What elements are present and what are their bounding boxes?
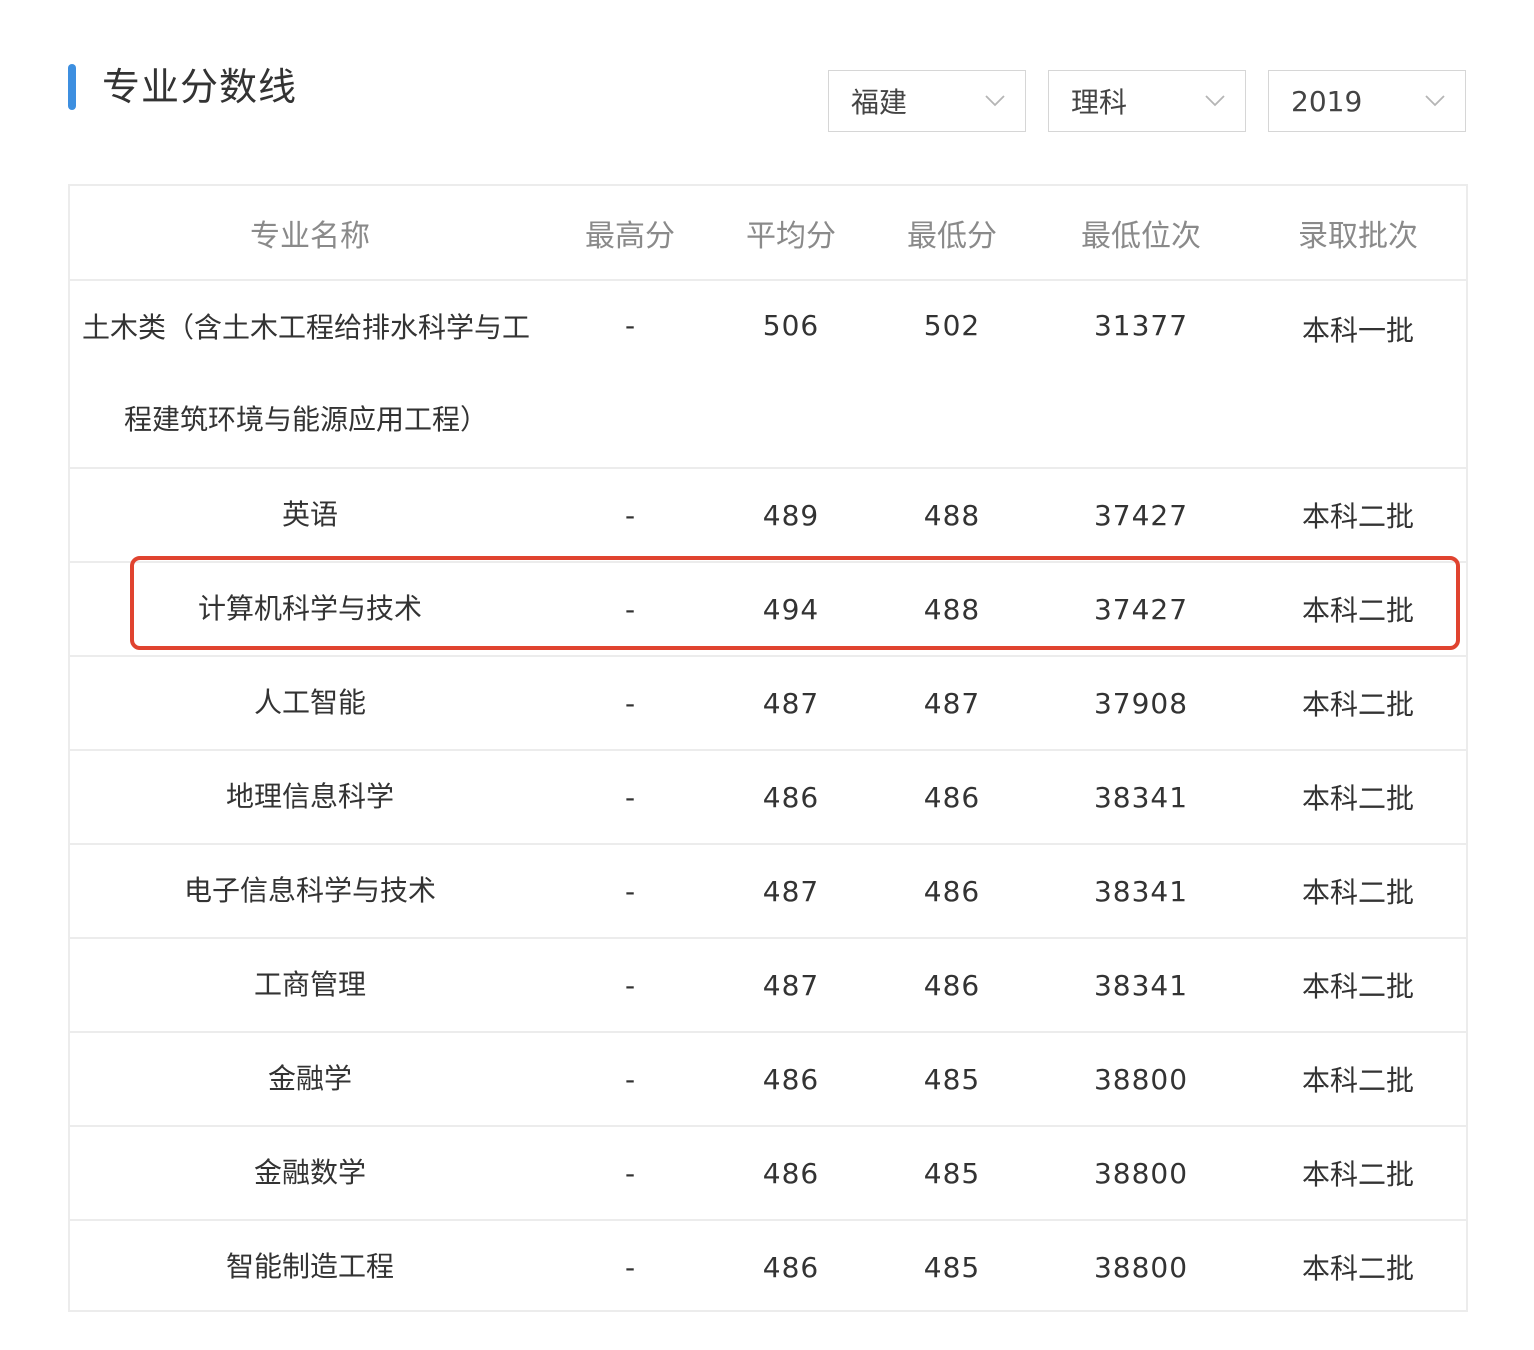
admission-batch-cell: 本科二批 (1250, 656, 1466, 751)
column-header-lowest-rank: 最低位次 (1032, 186, 1250, 281)
admission-batch-cell: 本科二批 (1250, 844, 1466, 939)
major-name-cell: 英语 (70, 468, 550, 563)
admission-batch-cell: 本科二批 (1250, 1126, 1466, 1221)
admission-batch-cell: 本科二批 (1250, 1032, 1466, 1127)
average-score-cell: 486 (762, 1250, 820, 1284)
subject-type-select-value: 理科 (1071, 86, 1128, 119)
lowest-rank-cell: 37427 (1032, 468, 1250, 563)
highest-score-cell: - (550, 750, 710, 845)
table-header-row: 专业名称 最高分 平均分 最低分 最低位次 录取批次 (70, 186, 1466, 281)
highest-score-cell: - (550, 844, 710, 939)
province-select[interactable]: 福建 (828, 70, 1026, 132)
lowest-score-cell: 488 (872, 468, 1032, 563)
average-score-cell: 486 (710, 1032, 872, 1127)
lowest-rank-cell: 37908 (1032, 656, 1250, 751)
major-name-cell: 金融学 (70, 1032, 550, 1127)
table-row: 工商管理 - 487 486 38341 本科二批 (70, 938, 1466, 1033)
table-row: 金融学 - 486 485 38800 本科二批 (70, 1032, 1466, 1127)
section-header: 专业分数线 (68, 62, 297, 112)
chevron-down-icon (985, 91, 1005, 111)
major-name-cell: 地理信息科学 (70, 750, 550, 845)
major-name-cell: 电子信息科学与技术 (70, 844, 550, 939)
highest-score-cell: - (550, 468, 710, 563)
average-score-cell: 487 (710, 844, 872, 939)
lowest-score-cell: 486 (872, 938, 1032, 1033)
year-select-value: 2019 (1291, 84, 1363, 118)
lowest-score-cell: 486 (872, 844, 1032, 939)
major-name-line-1: 土木类（含土木工程给排水科学与工 (82, 311, 531, 344)
score-table-grid: 专业名称 最高分 平均分 最低分 最低位次 录取批次 土木类（含土木工程给排水科… (70, 186, 1466, 1313)
major-name-cell: 人工智能 (70, 656, 550, 751)
lowest-rank-cell: 38800 (1032, 1126, 1250, 1221)
lowest-rank-cell: 31377 (1032, 280, 1250, 469)
major-name-cell: 智能制造工程 (225, 1250, 394, 1284)
title-accent-bar (68, 64, 76, 110)
lowest-score-cell: 502 (872, 280, 1032, 469)
highest-score-cell: - (624, 1250, 636, 1284)
column-header-major-name: 专业名称 (70, 186, 550, 281)
highest-score-cell: - (550, 1032, 710, 1127)
highest-score-cell: - (550, 280, 710, 469)
chevron-down-icon (1425, 91, 1445, 111)
lowest-score-cell: 485 (923, 1250, 981, 1284)
major-name-line-2: 程建筑环境与能源应用工程） (124, 403, 489, 436)
average-score-cell: 489 (710, 468, 872, 563)
lowest-score-cell: 487 (872, 656, 1032, 751)
average-score-cell: 506 (710, 280, 872, 469)
lowest-score-cell: 485 (872, 1032, 1032, 1127)
subject-type-select[interactable]: 理科 (1048, 70, 1246, 132)
column-header-average-score: 平均分 (710, 186, 872, 281)
lowest-rank-cell: 38800 (1032, 1032, 1250, 1127)
column-header-highest-score: 最高分 (550, 186, 710, 281)
admission-batch-cell: 本科一批 (1250, 280, 1466, 469)
average-score-cell: 487 (710, 938, 872, 1033)
lowest-score-cell: 485 (872, 1126, 1032, 1221)
major-name-cell: 金融数学 (70, 1126, 550, 1221)
admission-batch-cell: 本科二批 (1250, 468, 1466, 563)
column-header-admission-batch: 录取批次 (1250, 186, 1466, 281)
table-row: 土木类（含土木工程给排水科学与工 程建筑环境与能源应用工程） - 506 502… (70, 280, 1466, 469)
table-row: 人工智能 - 487 487 37908 本科二批 (70, 656, 1466, 751)
table-row: 地理信息科学 - 486 486 38341 本科二批 (70, 750, 1466, 845)
lowest-score-cell: 486 (872, 750, 1032, 845)
average-score-cell: 487 (710, 656, 872, 751)
admission-batch-cell: 本科二批 (1301, 1252, 1414, 1285)
year-select[interactable]: 2019 (1268, 70, 1466, 132)
lowest-score-cell: 488 (872, 562, 1032, 657)
highest-score-cell: - (550, 562, 710, 657)
column-header-lowest-score: 最低分 (872, 186, 1032, 281)
chevron-down-icon (1205, 91, 1225, 111)
average-score-cell: 494 (710, 562, 872, 657)
section-title: 专业分数线 (102, 65, 298, 109)
table-row-highlighted: 计算机科学与技术 - 494 488 37427 本科二批 (70, 562, 1466, 657)
table-row: 智能制造工程 - 486 485 38800 本科二批 (70, 1220, 1466, 1313)
average-score-cell: 486 (710, 1126, 872, 1221)
lowest-rank-cell: 38341 (1032, 938, 1250, 1033)
highest-score-cell: - (550, 656, 710, 751)
admission-batch-cell: 本科二批 (1250, 750, 1466, 845)
highest-score-cell: - (550, 938, 710, 1033)
province-select-value: 福建 (851, 86, 908, 119)
lowest-rank-cell: 37427 (1032, 562, 1250, 657)
lowest-rank-cell: 38341 (1032, 844, 1250, 939)
table-row: 电子信息科学与技术 - 487 486 38341 本科二批 (70, 844, 1466, 939)
table-row: 金融数学 - 486 485 38800 本科二批 (70, 1126, 1466, 1221)
lowest-rank-cell: 38341 (1032, 750, 1250, 845)
major-name-cell: 土木类（含土木工程给排水科学与工 程建筑环境与能源应用工程） (70, 280, 550, 469)
table-row: 英语 - 489 488 37427 本科二批 (70, 468, 1466, 563)
major-name-cell: 工商管理 (70, 938, 550, 1033)
admission-batch-cell: 本科二批 (1250, 938, 1466, 1033)
lowest-rank-cell: 38800 (1093, 1250, 1189, 1284)
admission-batch-cell: 本科二批 (1250, 562, 1466, 657)
highest-score-cell: - (550, 1126, 710, 1221)
major-name-cell: 计算机科学与技术 (70, 562, 550, 657)
major-score-table: 专业名称 最高分 平均分 最低分 最低位次 录取批次 土木类（含土木工程给排水科… (68, 184, 1468, 1312)
average-score-cell: 486 (710, 750, 872, 845)
